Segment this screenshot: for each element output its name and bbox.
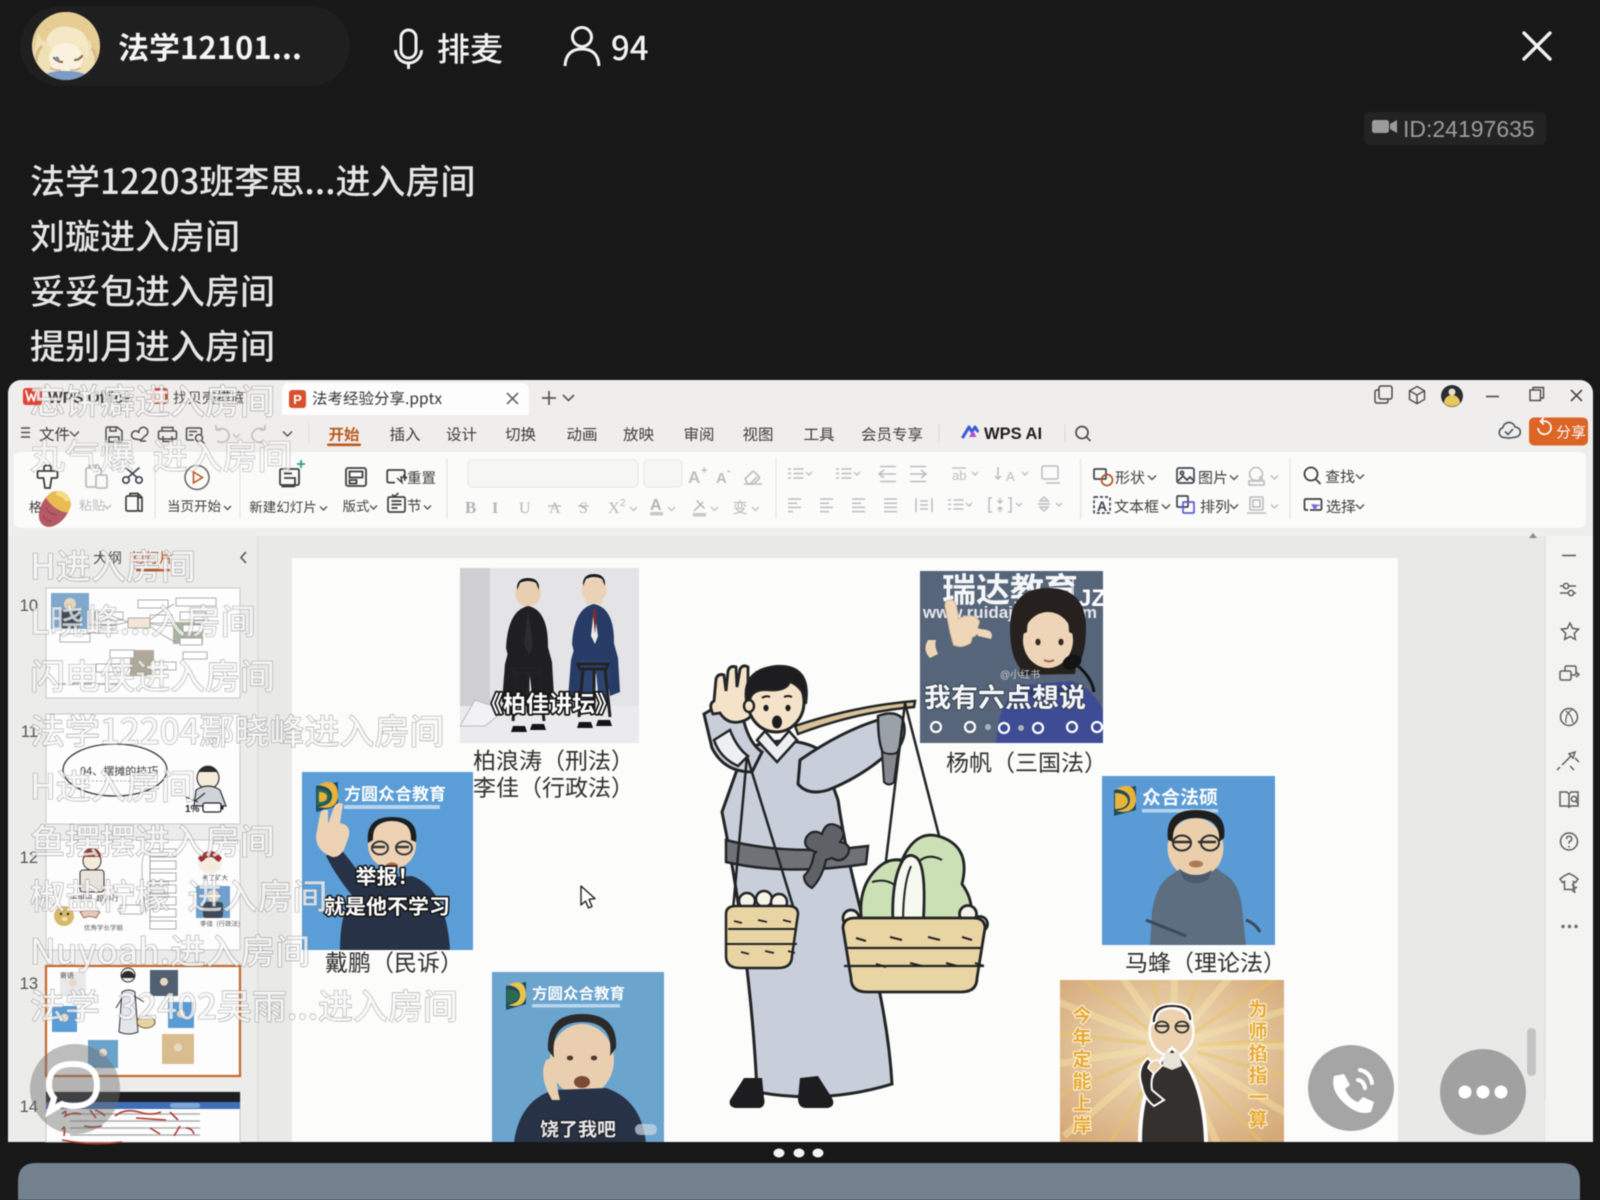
svg-text:B: B — [465, 498, 476, 517]
svg-text:A: A — [1097, 498, 1107, 514]
svg-text:WPS AI: WPS AI — [984, 425, 1042, 443]
svg-text:I: I — [492, 500, 498, 517]
svg-text:-: - — [727, 465, 731, 477]
svg-text:ID:24197635: ID:24197635 — [1403, 116, 1535, 142]
svg-text:ab: ab — [952, 468, 966, 483]
svg-text:A: A — [688, 468, 700, 487]
svg-text:A: A — [650, 497, 662, 514]
svg-text:P: P — [293, 392, 302, 407]
svg-text:12: 12 — [20, 849, 38, 867]
svg-text:S: S — [579, 500, 588, 517]
svg-text:U: U — [519, 500, 531, 517]
svg-text:X: X — [608, 500, 620, 517]
svg-text:1%: 1% — [185, 804, 200, 815]
svg-text:@小红书: @小红书 — [1000, 668, 1040, 681]
svg-text:A: A — [1006, 469, 1015, 484]
svg-text:A: A — [716, 470, 727, 487]
svg-text:2: 2 — [620, 498, 626, 509]
svg-text:+: + — [701, 465, 707, 477]
svg-text:A: A — [549, 500, 561, 517]
